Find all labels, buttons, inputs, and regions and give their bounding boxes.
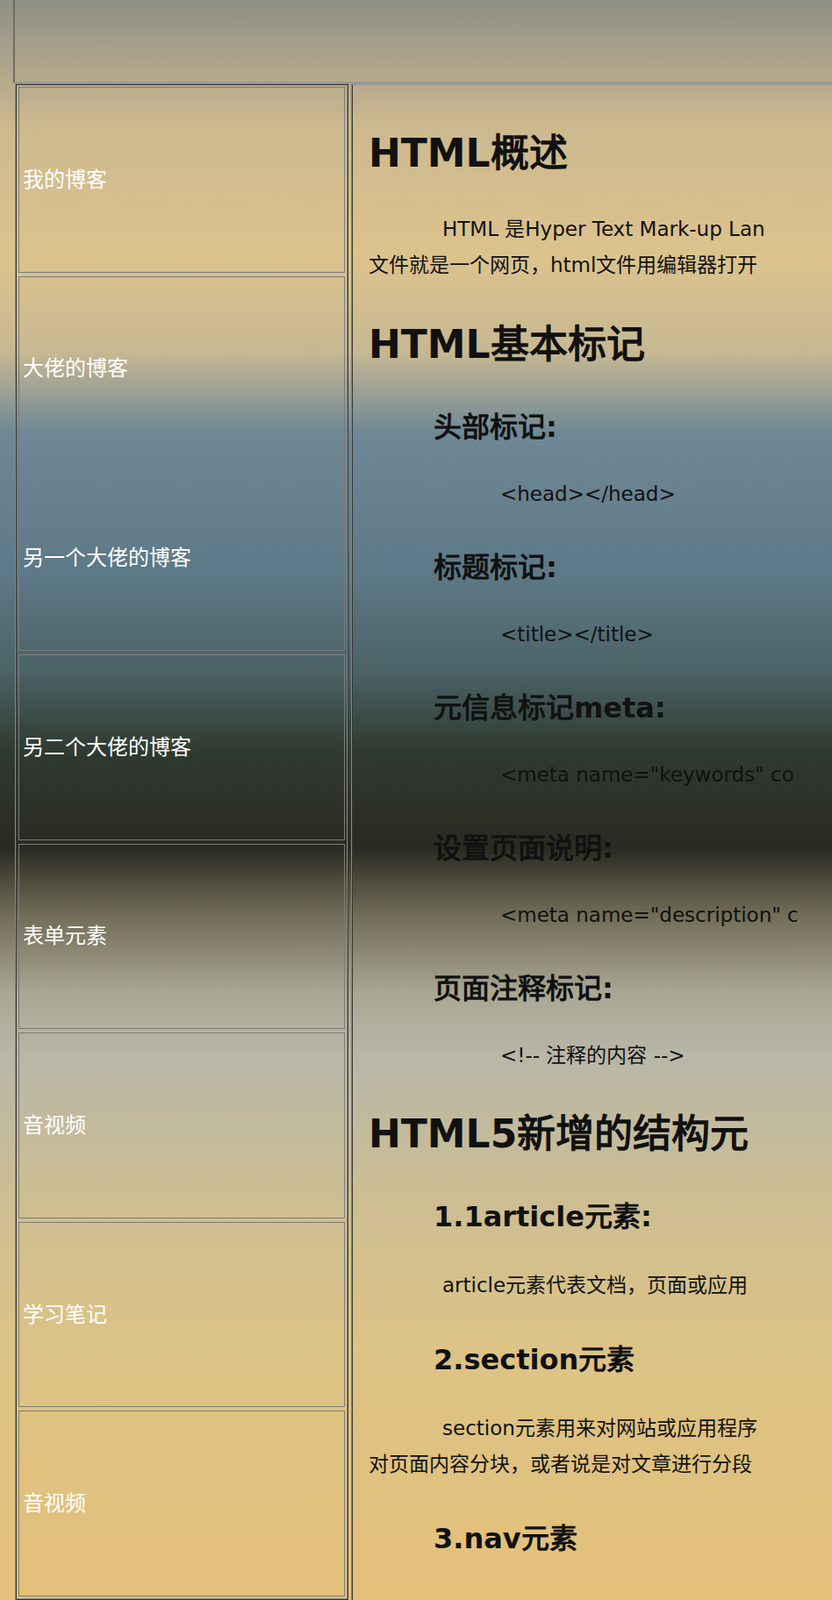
sidebar-item[interactable]: 我的博客	[18, 86, 345, 273]
sidebar-item[interactable]: 另一个大佬的博客	[18, 465, 345, 652]
sidebar-link[interactable]: 表单元素	[22, 920, 108, 953]
sidebar-link[interactable]: 音视频	[22, 1110, 87, 1142]
content-panel: HTML概述 HTML 是Hyper Text Mark-up Lan文件就是一个…	[351, 83, 832, 1600]
sidebar-link[interactable]: 音视频	[22, 1488, 87, 1521]
sidebar-item[interactable]: 音视频	[18, 1411, 345, 1598]
code-sample: <title></title>	[500, 616, 832, 653]
sidebar-link[interactable]: 另二个大佬的博客	[22, 731, 192, 764]
heading: 标题标记:	[433, 548, 832, 588]
heading: HTML5新增的结构元	[368, 1108, 832, 1162]
sidebar-item[interactable]: 大佬的博客	[18, 276, 345, 463]
code-sample: <meta name="keywords" co	[500, 757, 832, 793]
code-sample: <meta name="description" c	[500, 897, 832, 933]
sidebar-link[interactable]: 大佬的博客	[22, 352, 129, 385]
code-sample: <!-- 注释的内容 -->	[500, 1038, 832, 1074]
heading: HTML基本标记	[368, 318, 832, 372]
heading: HTML概述	[368, 127, 832, 180]
paragraph-line: 对页面内容分块，或者说是对文章进行分段	[368, 1447, 832, 1484]
sidebar-item[interactable]: 另二个大佬的博客	[18, 654, 345, 841]
heading: 1.1article元素:	[433, 1197, 832, 1237]
paragraph-line: HTML 是Hyper Text Mark-up Lan	[368, 211, 832, 248]
code-sample: <head></head>	[500, 476, 832, 512]
sidebar: 我的博客大佬的博客另一个大佬的博客另二个大佬的博客表单元素音视频学习笔记音视频	[14, 83, 349, 1600]
paragraph-line: article元素代表文档，页面或应用	[368, 1268, 832, 1305]
paragraph: section元素用来对网站或应用程序对页面内容分块，或者说是对文章进行分段	[368, 1411, 832, 1484]
heading: 页面注释标记:	[433, 969, 832, 1009]
sidebar-item[interactable]: 表单元素	[18, 844, 345, 1031]
sidebar-link[interactable]: 另一个大佬的博客	[22, 542, 192, 574]
sidebar-item[interactable]: 学习笔记	[18, 1222, 345, 1409]
sidebar-link[interactable]: 学习笔记	[22, 1299, 108, 1332]
top-banner	[13, 0, 832, 84]
heading: 头部标记:	[433, 408, 832, 447]
sidebar-item[interactable]: 音视频	[18, 1032, 345, 1220]
heading: 元信息标记meta:	[433, 688, 832, 728]
heading: 2.section元素	[433, 1341, 832, 1380]
paragraph-line: 文件就是一个网页，html文件用编辑器打开	[368, 247, 832, 284]
heading: 设置页面说明:	[433, 829, 832, 868]
paragraph: HTML 是Hyper Text Mark-up Lan文件就是一个网页，htm…	[368, 211, 832, 284]
paragraph: article元素代表文档，页面或应用	[368, 1268, 832, 1305]
sidebar-link[interactable]: 我的博客	[22, 164, 108, 196]
paragraph-line: section元素用来对网站或应用程序	[368, 1411, 832, 1448]
heading: 3.nav元素	[433, 1520, 832, 1559]
